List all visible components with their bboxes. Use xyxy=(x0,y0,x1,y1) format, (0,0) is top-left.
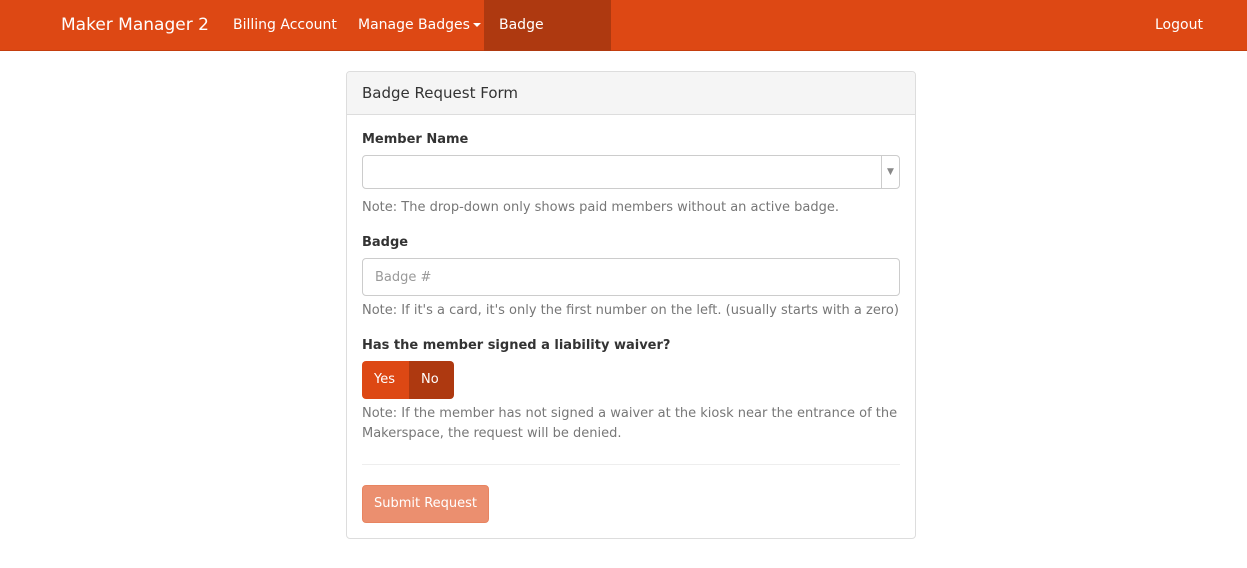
nav-manage-badges[interactable]: Manage Badges xyxy=(343,0,496,51)
member-note: Note: The drop-down only shows paid memb… xyxy=(362,200,840,215)
nav-badge-request[interactable]: Badge Request xyxy=(484,0,611,84)
badge-number-input[interactable] xyxy=(362,258,900,296)
form-divider xyxy=(362,464,900,465)
logout-link[interactable]: Logout xyxy=(1140,0,1218,51)
badge-label: Badge xyxy=(362,235,409,250)
dropdown-arrow-icon[interactable]: ▼ xyxy=(881,156,899,188)
badge-request-panel: Badge Request Form Member Name ▼ Note: T… xyxy=(346,71,916,539)
badge-note: Note: If it's a card, it's only the firs… xyxy=(362,303,899,318)
waiver-toggle: Yes No xyxy=(362,361,454,399)
waiver-note: Note: If the member has not signed a wai… xyxy=(362,406,898,441)
member-name-label: Member Name xyxy=(362,132,469,147)
caret-down-icon xyxy=(472,23,481,27)
panel-title: Badge Request Form xyxy=(347,72,915,115)
waiver-no-button[interactable]: No xyxy=(409,361,454,399)
brand-link[interactable]: Maker Manager 2 xyxy=(61,0,209,51)
submit-request-button[interactable]: Submit Request xyxy=(362,485,489,523)
nav-billing-account[interactable]: Billing Account xyxy=(218,0,352,51)
member-name-select[interactable]: ▼ xyxy=(362,155,900,189)
top-navbar: Maker Manager 2 Billing Account Manage B… xyxy=(0,0,1247,84)
waiver-label: Has the member signed a liability waiver… xyxy=(362,338,671,353)
nav-manage-badges-label: Manage Badges xyxy=(358,17,470,33)
waiver-yes-button[interactable]: Yes xyxy=(362,361,409,399)
